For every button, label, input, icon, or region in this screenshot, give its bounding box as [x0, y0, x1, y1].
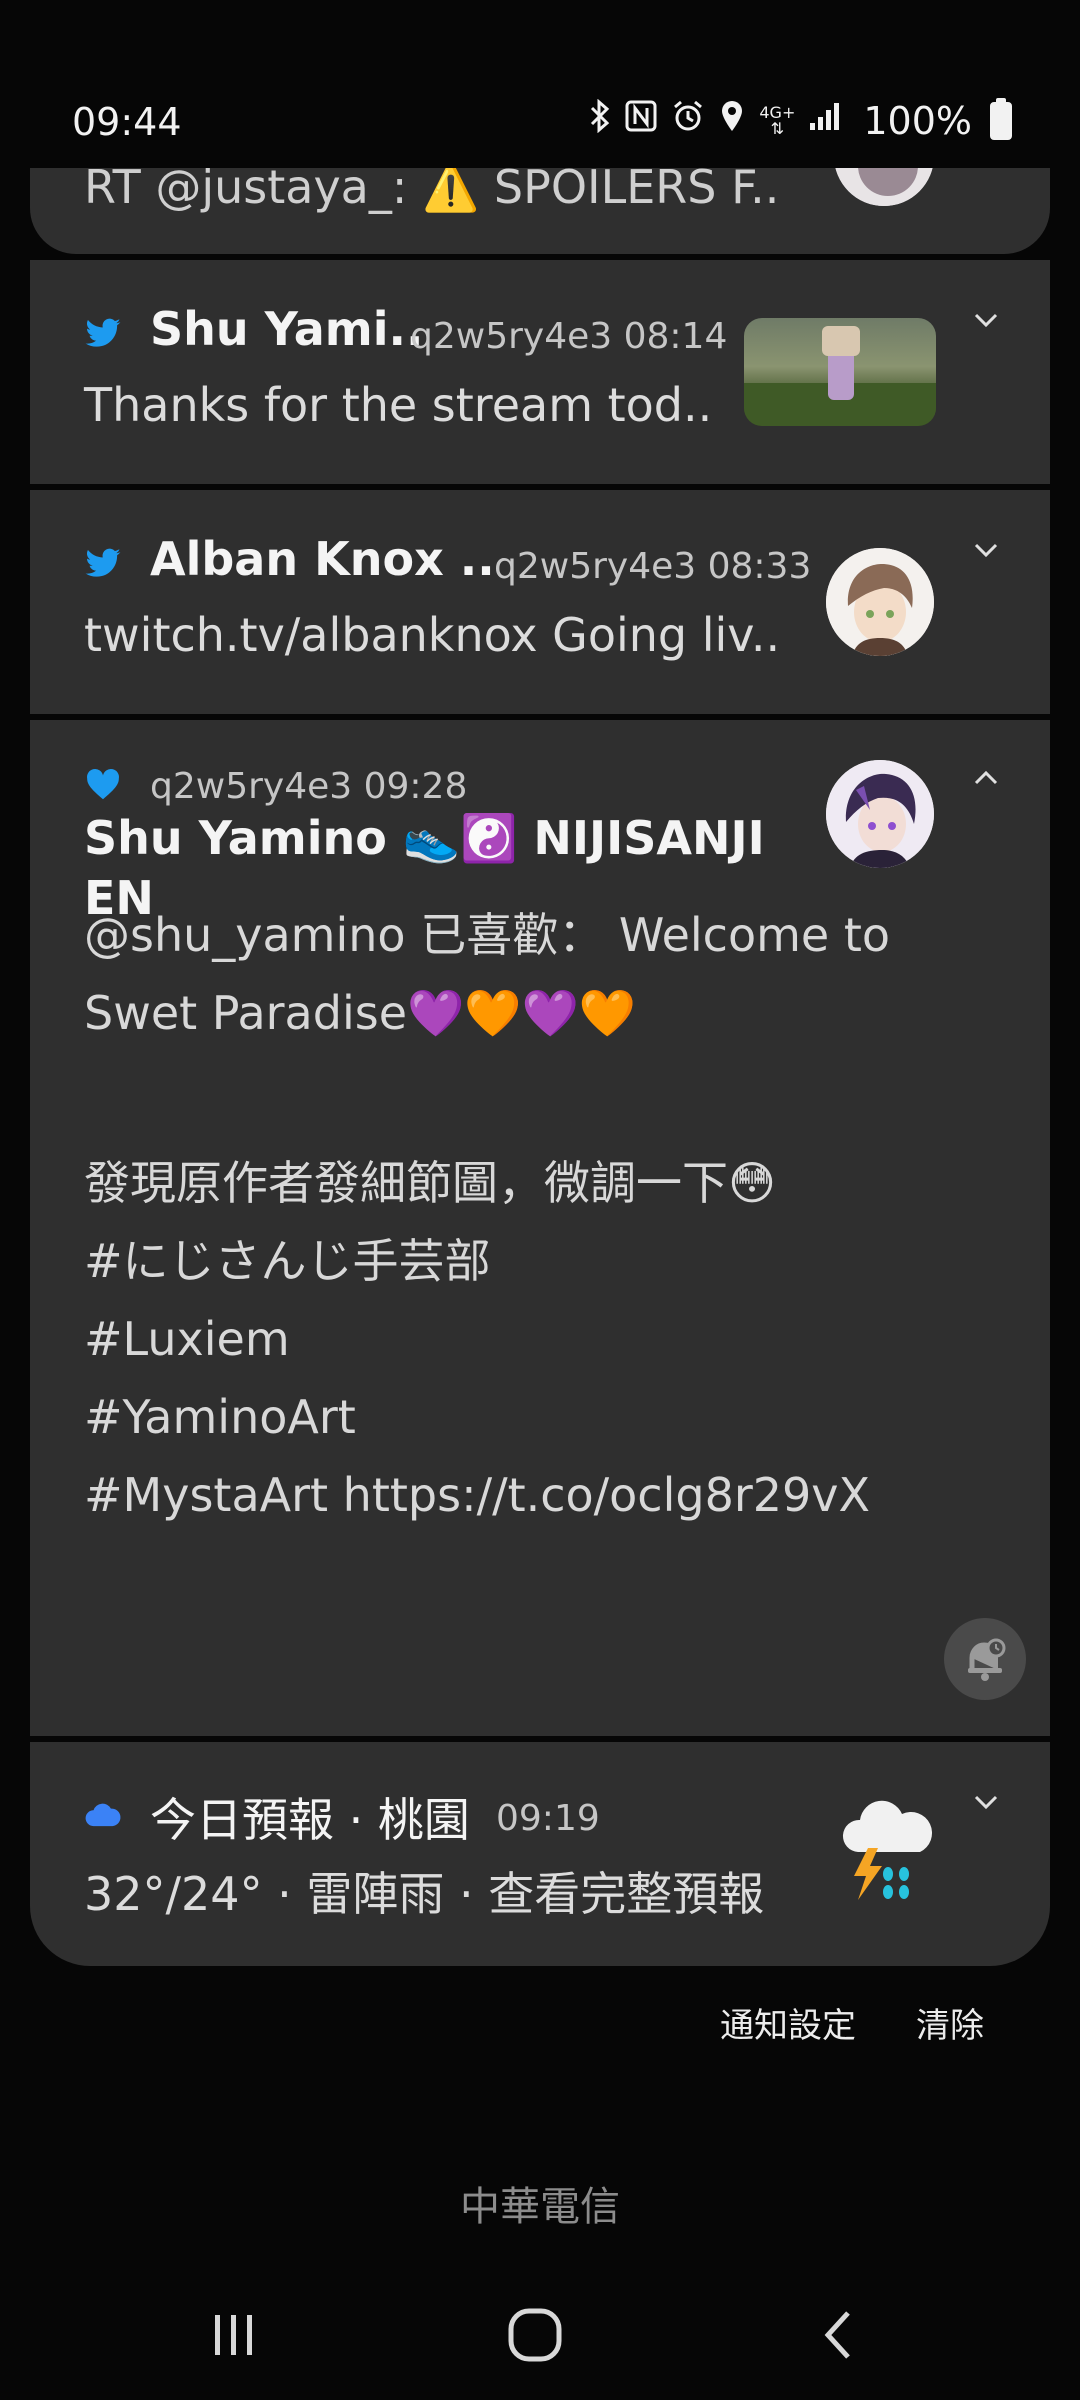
nfc-icon — [625, 100, 657, 143]
body-line: #YaminoArt — [84, 1390, 356, 1444]
twitter-bird-icon — [84, 314, 122, 352]
navigation-bar — [0, 2270, 1080, 2400]
notification-settings-button[interactable]: 通知設定 — [720, 1998, 856, 2047]
body-line: @shu_yamino 已喜歡： Welcome to — [84, 908, 891, 962]
clear-button[interactable]: 清除 — [916, 1998, 984, 2047]
avatar — [826, 548, 934, 656]
notification-sender: 今日預報 · 桃園 — [150, 1793, 470, 1847]
notification-account-time: q2w5ry4e3 09:28 — [150, 766, 468, 807]
alarm-icon — [671, 99, 705, 144]
cloud-icon — [84, 1796, 126, 1834]
notification-twitter-shu[interactable]: Shu Yami.. q2w5ry4e3 08:14 Thanks for th… — [30, 260, 1050, 484]
recent-apps-button[interactable] — [188, 2290, 278, 2380]
chevron-down-icon[interactable] — [972, 536, 1000, 564]
notification-partial[interactable]: RT @justaya_: ⚠️ SPOILERS F.. — [30, 168, 1050, 254]
notification-twitter-like[interactable]: q2w5ry4e3 09:28 Shu Yamino 👟☯️ NIJISANJI… — [30, 720, 1050, 1736]
notification-account-time: q2w5ry4e3 08:14 — [410, 316, 728, 357]
heart-icon — [84, 766, 122, 804]
back-button[interactable] — [794, 2290, 884, 2380]
notification-body: @shu_yamino 已喜歡： Welcome to Swet Paradis… — [84, 896, 1024, 1534]
body-line — [84, 1052, 1024, 1144]
chevron-down-icon[interactable] — [972, 1788, 1000, 1816]
signal-icon — [809, 101, 843, 142]
notification-body: Thanks for the stream tod.. — [84, 378, 713, 432]
thunderstorm-icon — [838, 1796, 934, 1906]
chevron-down-icon[interactable] — [972, 306, 1000, 334]
notification-body: twitch.tv/albanknox Going liv.. — [84, 608, 781, 662]
chevron-up-icon[interactable] — [972, 764, 1000, 792]
body-line: #MystaArt https://t.co/oclg8r29vX — [84, 1468, 871, 1522]
location-icon — [719, 99, 745, 144]
media-thumbnail — [744, 318, 936, 426]
bluetooth-icon — [589, 98, 611, 144]
body-line: #Luxiem — [84, 1312, 290, 1366]
network-type-icon: 4G+ ⇅ — [759, 103, 796, 138]
clock: 09:44 — [72, 100, 182, 144]
body-line: 發現原作者發細節圖，微調一下😳 — [84, 1156, 776, 1210]
notification-body: 32°/24° · 雷陣雨 · 查看完整預報 — [84, 1867, 765, 1921]
notification-twitter-alban[interactable]: Alban Knox .. q2w5ry4e3 08:33 twitch.tv/… — [30, 490, 1050, 714]
avatar — [826, 760, 934, 868]
status-bar: 09:44 4G+ ⇅ 100% — [0, 0, 1080, 170]
body-line: Swet Paradise💜🧡💜🧡 — [84, 986, 637, 1040]
twitter-bird-icon — [84, 544, 122, 582]
battery-icon — [990, 98, 1012, 140]
notification-account-time: q2w5ry4e3 08:33 — [494, 546, 812, 587]
carrier-label: 中華電信 — [460, 2184, 620, 2230]
notification-weather[interactable]: 今日預報 · 桃園 09:19 32°/24° · 雷陣雨 · 查看完整預報 — [30, 1742, 1050, 1966]
notification-sender: Shu Yami.. — [150, 302, 424, 356]
notification-body: RT @justaya_: ⚠️ SPOILERS F.. — [84, 168, 780, 214]
notification-sender: Alban Knox .. — [150, 532, 495, 586]
status-icons: 4G+ ⇅ 100% — [589, 96, 1012, 146]
avatar — [834, 168, 934, 206]
home-button[interactable] — [490, 2290, 580, 2380]
battery-percent: 100% — [863, 99, 972, 143]
snooze-bell-icon[interactable] — [944, 1618, 1026, 1700]
body-line: #にじさんじ手芸部 — [84, 1234, 491, 1288]
notification-time: 09:19 — [496, 1798, 600, 1839]
